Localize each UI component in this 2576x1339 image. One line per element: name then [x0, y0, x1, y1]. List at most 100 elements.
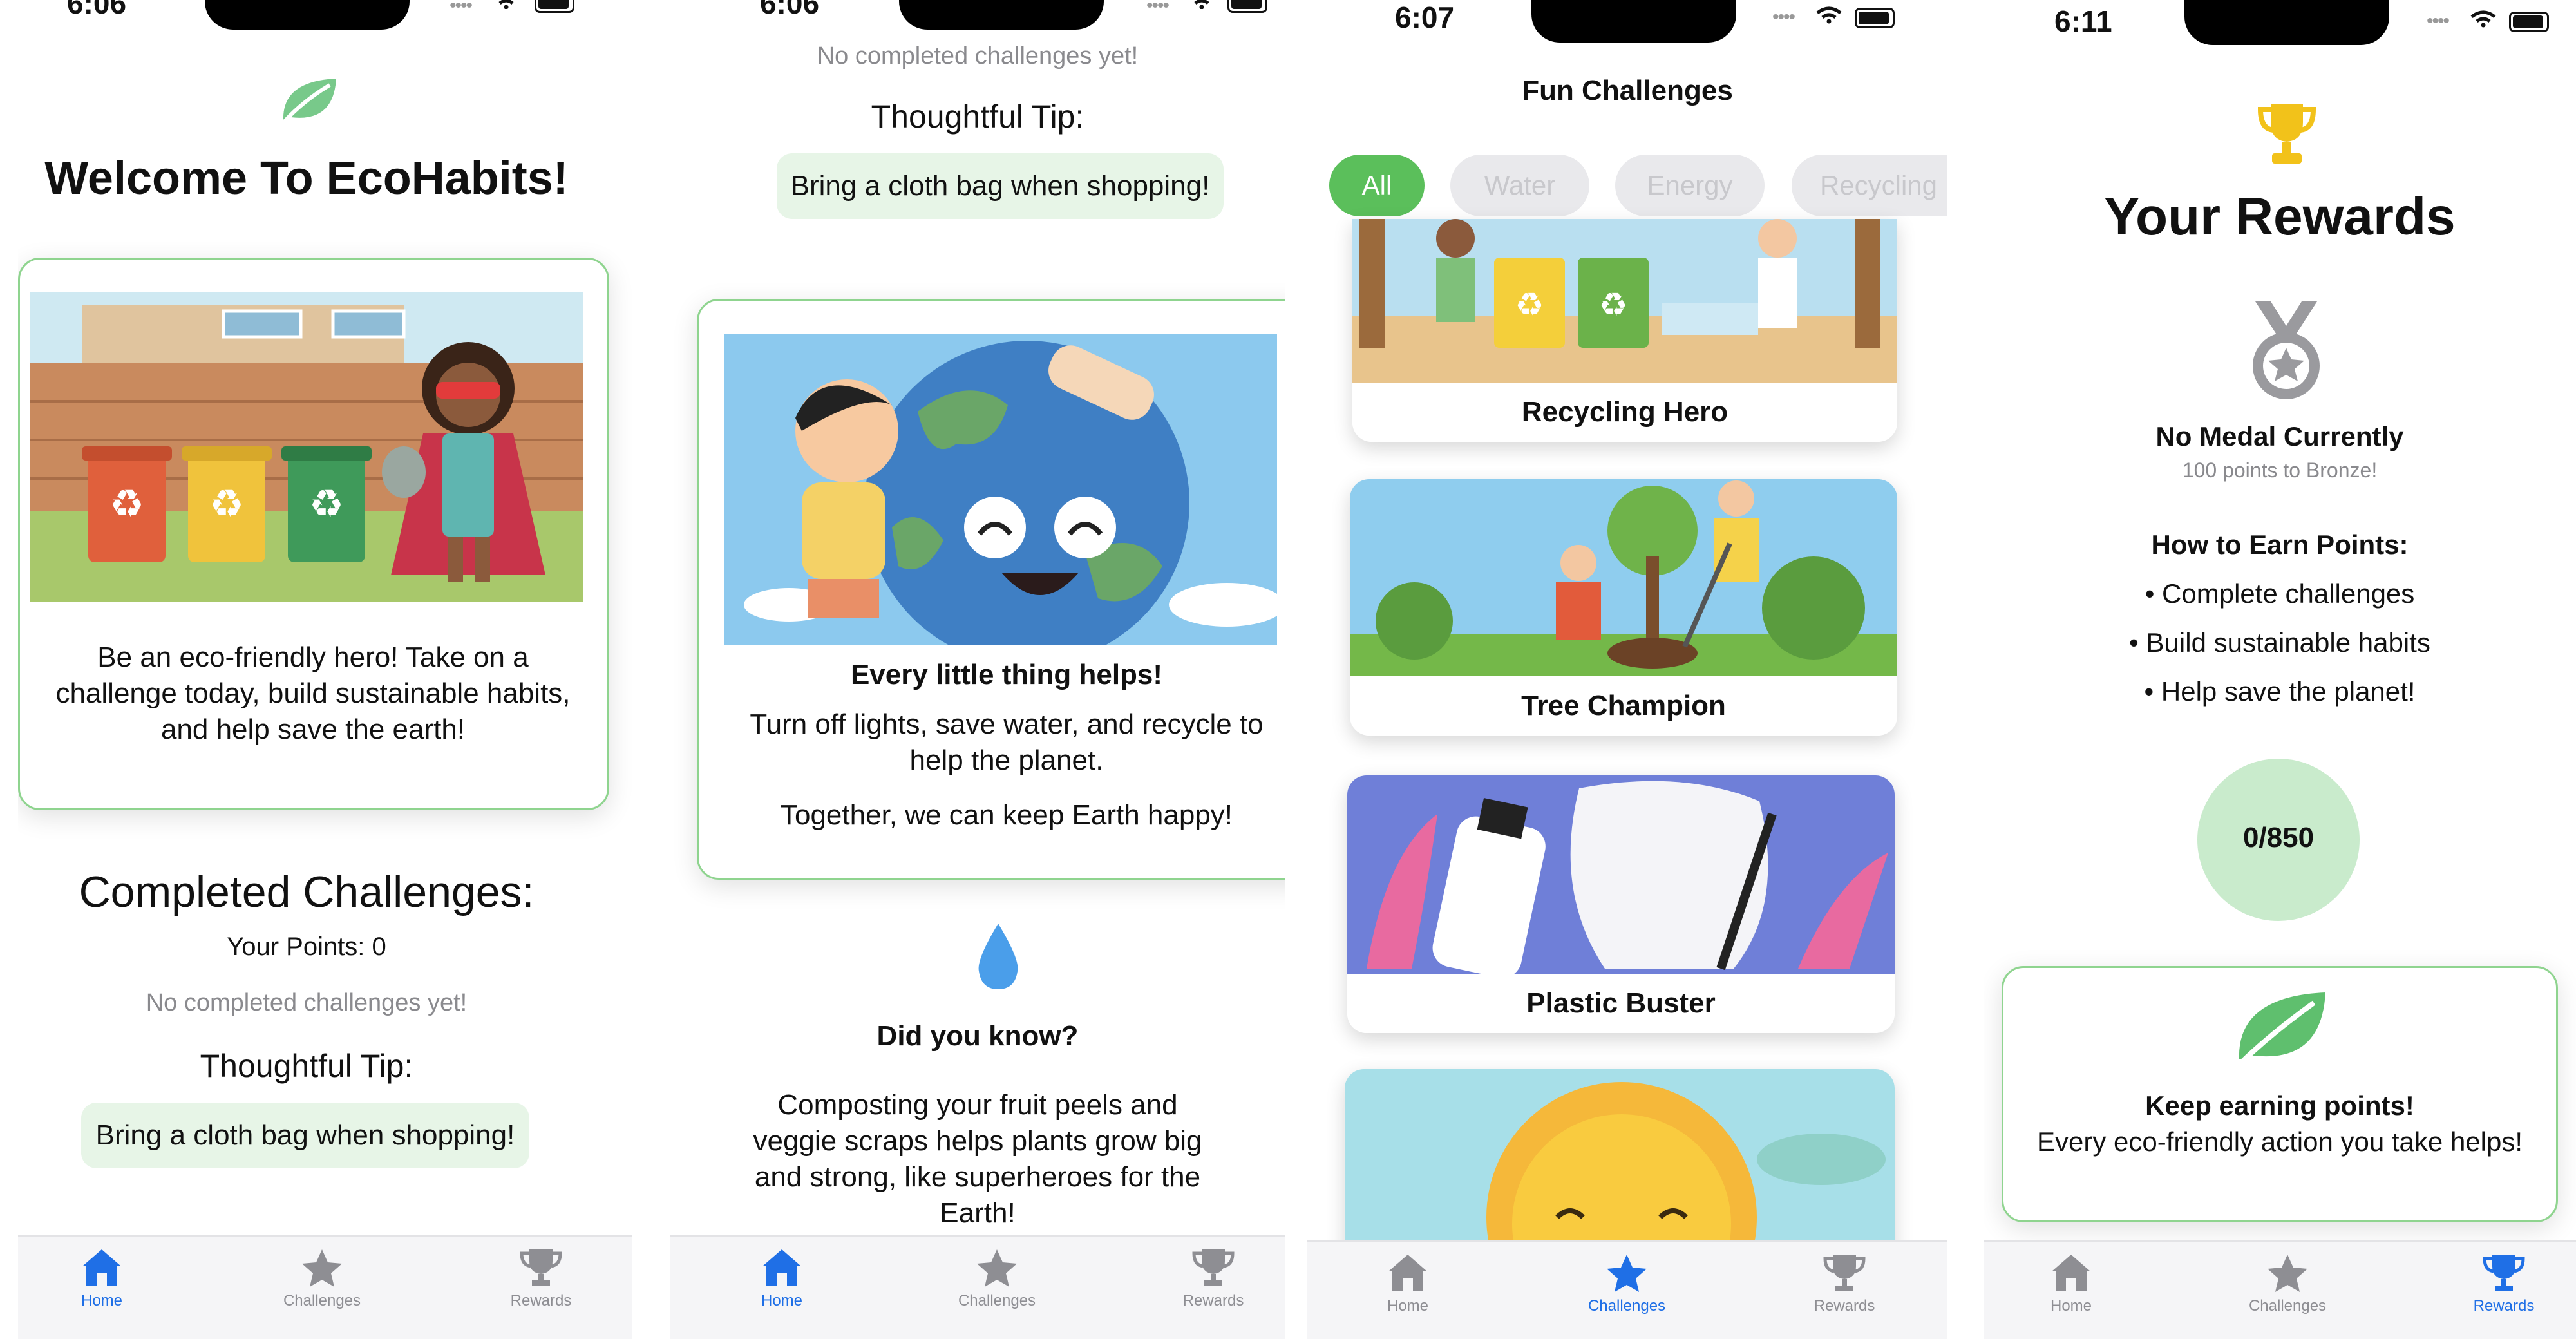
tab-rewards[interactable]: Rewards: [470, 1247, 612, 1310]
status-bar: 6:07 ••••: [1307, 0, 1947, 45]
tab-home-label: Home: [80, 1292, 123, 1309]
filter-recycling[interactable]: Recycling: [1792, 155, 1947, 216]
tab-challenges[interactable]: Challenges: [2217, 1252, 2358, 1315]
status-bar: 6:06 ••••: [670, 0, 1285, 45]
tab-rewards-label: Rewards: [1814, 1297, 1875, 1315]
tab-rewards-label: Rewards: [2473, 1297, 2535, 1315]
earn-heading: How to Earn Points:: [2151, 529, 2409, 560]
tab-home[interactable]: Home: [31, 1247, 173, 1310]
tab-rewards[interactable]: Rewards: [1774, 1252, 1915, 1315]
signal-icon: ••••: [1146, 0, 1170, 16]
progress-circle: 0/850: [2197, 759, 2360, 921]
medal-icon: [2253, 301, 2320, 399]
filter-energy[interactable]: Energy: [1615, 155, 1765, 216]
page-title: Fun Challenges: [1522, 75, 1733, 106]
home-screen-1: 6:06 •••• Welcome To EcoHabits! ♻ ♻ ♻ Be…: [18, 0, 632, 1339]
wifi-icon: [2470, 10, 2496, 28]
leaf-icon: [283, 79, 336, 123]
signal-icon: ••••: [1772, 6, 1795, 28]
filter-all[interactable]: All: [1329, 155, 1425, 216]
trophy-icon: [1823, 1255, 1866, 1291]
card-text-1: Turn off lights, save water, and recycle…: [750, 708, 1264, 776]
tab-home-label: Home: [1387, 1297, 1429, 1315]
tab-challenges-label: Challenges: [283, 1292, 361, 1309]
status-bar: 6:06 ••••: [18, 0, 632, 45]
svg-text:♻: ♻: [1515, 286, 1544, 323]
trophy-icon: [2258, 104, 2316, 164]
house-icon: [2052, 1255, 2090, 1291]
status-bar: 6:11 ••••: [1984, 0, 2576, 45]
tree-illustration: [1350, 479, 1897, 676]
status-time: 6:06: [67, 0, 127, 20]
recycling-illustration: ♻ ♻: [1352, 219, 1897, 384]
tab-bar: Home Challenges Rewards: [1307, 1240, 1947, 1339]
star-icon: [1607, 1255, 1647, 1292]
earth-illustration: [724, 334, 1277, 645]
challenge-title: Plastic Buster: [1347, 974, 1895, 1033]
home-screen-2: 6:06 •••• No completed challenges yet! T…: [670, 0, 1285, 1339]
medal-subtext: 100 points to Bronze!: [2182, 459, 2378, 482]
status-time: 6:06: [760, 0, 820, 20]
battery-icon: [535, 0, 574, 13]
house-icon: [82, 1249, 121, 1286]
info-card: Every little thing helps! Turn off light…: [697, 299, 1285, 880]
medal-status: No Medal Currently: [2155, 421, 2404, 451]
star-icon: [302, 1249, 342, 1287]
completed-heading: Completed Challenges:: [79, 868, 535, 916]
challenge-card-tree[interactable]: Tree Champion: [1350, 479, 1897, 736]
tab-home[interactable]: Home: [711, 1247, 853, 1310]
notch: [205, 0, 410, 30]
tab-challenges[interactable]: Challenges: [1556, 1252, 1698, 1315]
tab-rewards[interactable]: Rewards: [1142, 1247, 1284, 1310]
plastic-illustration: [1347, 775, 1895, 974]
tab-challenges[interactable]: Challenges: [926, 1247, 1068, 1310]
signal-icon: ••••: [450, 0, 473, 16]
keep-heading: Keep earning points!: [2145, 1090, 2414, 1121]
notch: [1531, 0, 1736, 43]
hero-text: Be an eco-friendly hero! Take on a chall…: [55, 641, 571, 745]
notch: [899, 0, 1104, 30]
wifi-icon: [495, 0, 517, 9]
trophy-icon: [1192, 1249, 1235, 1286]
encouragement-card: Keep earning points! Every eco-friendly …: [2002, 966, 2558, 1222]
challenge-card-plastic[interactable]: Plastic Buster: [1347, 775, 1895, 1033]
status-time: 6:07: [1395, 1, 1455, 34]
card-heading: Every little thing helps!: [850, 659, 1163, 690]
signal-icon: ••••: [2427, 10, 2450, 32]
star-icon: [977, 1249, 1017, 1287]
challenges-screen: 6:07 •••• Fun Challenges All Water Energ…: [1307, 0, 1947, 1339]
wifi-icon: [1816, 6, 1842, 24]
progress-label: 0/850: [2242, 822, 2315, 853]
fact-text: Composting your fruit peels and veggie s…: [753, 1089, 1202, 1229]
battery-icon: [1227, 0, 1267, 13]
tip-bubble: Bring a cloth bag when shopping!: [81, 1103, 529, 1168]
svg-text:♻: ♻: [109, 482, 144, 527]
tab-home[interactable]: Home: [2000, 1252, 2142, 1315]
filter-water[interactable]: Water: [1450, 155, 1589, 216]
house-icon: [762, 1249, 801, 1286]
empty-state: No completed challenges yet!: [146, 989, 468, 1016]
tab-challenges-label: Challenges: [958, 1292, 1036, 1309]
challenge-title: Tree Champion: [1350, 676, 1897, 736]
svg-text:♻: ♻: [309, 482, 344, 527]
empty-state: No completed challenges yet!: [817, 43, 1139, 70]
tab-rewards-label: Rewards: [1182, 1292, 1244, 1309]
water-drop-icon: [978, 924, 1018, 989]
challenge-card-recycling[interactable]: ♻ ♻ Recycling Hero: [1352, 219, 1897, 442]
tab-challenges[interactable]: Challenges: [251, 1247, 393, 1310]
house-icon: [1388, 1255, 1427, 1291]
tab-rewards-label: Rewards: [510, 1292, 572, 1309]
trophy-icon: [2483, 1255, 2525, 1291]
hero-card: ♻ ♻ ♻ Be an eco-friendly hero! Take on a…: [18, 258, 609, 810]
page-title: Your Rewards: [2104, 187, 2456, 246]
tab-home-label: Home: [2050, 1297, 2092, 1315]
earn-item: • Help save the planet!: [2144, 676, 2416, 707]
points-label: Your Points: 0: [227, 933, 386, 961]
tab-rewards[interactable]: Rewards: [2433, 1252, 2575, 1315]
tip-bubble: Bring a cloth bag when shopping!: [777, 153, 1224, 219]
tab-home[interactable]: Home: [1337, 1252, 1479, 1315]
notch: [2184, 0, 2389, 45]
rewards-screen: 6:11 •••• Your Rewards No Medal Currentl…: [1984, 0, 2576, 1339]
page-title: Welcome To EcoHabits!: [44, 153, 569, 204]
svg-text:♻: ♻: [1599, 286, 1628, 323]
